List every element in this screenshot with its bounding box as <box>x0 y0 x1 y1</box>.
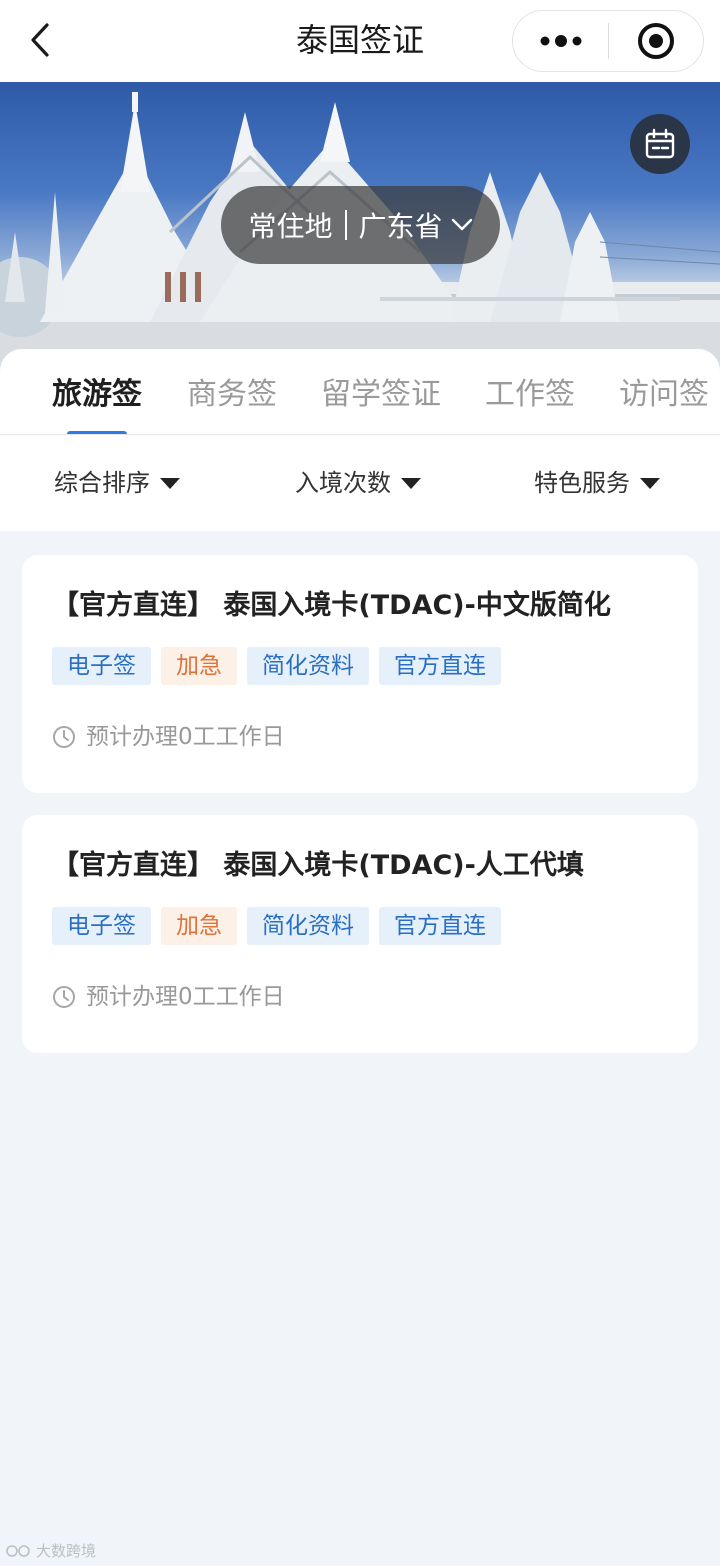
tag-simplified-docs: 简化资料 <box>247 647 369 685</box>
tag-evisa: 电子签 <box>52 647 151 685</box>
residence-value: 广东省 <box>358 210 443 243</box>
processing-time: 预计办理0工工作日 <box>52 721 285 753</box>
filter-entries-label: 入境次数 <box>295 469 391 497</box>
processing-time-text: 预计办理0工工作日 <box>86 724 285 750</box>
tag-official-direct: 官方直连 <box>379 647 501 685</box>
calendar-button[interactable] <box>630 114 690 174</box>
calendar-icon <box>645 128 675 159</box>
processing-time: 预计办理0工工作日 <box>52 981 285 1013</box>
hero-banner: 常住地 广东省 <box>0 82 720 372</box>
tab-business[interactable]: 商务签 <box>187 375 277 415</box>
more-dots-icon <box>540 35 581 47</box>
visa-type-tabs: 旅游签 商务签 留学签证 工作签 访问签 <box>0 349 720 435</box>
filter-services[interactable]: 特色服务 <box>534 465 660 501</box>
product-tags: 电子签 加急 简化资料 官方直连 <box>52 907 501 945</box>
active-tab-indicator <box>67 431 127 434</box>
chevron-down-icon <box>451 218 472 231</box>
tab-visit[interactable]: 访问签 <box>619 375 709 415</box>
product-title: 【官方直连】 泰国入境卡(TDAC)-中文版简化 <box>52 590 611 621</box>
filter-sort[interactable]: 综合排序 <box>54 465 180 501</box>
caret-down-icon <box>160 477 180 489</box>
filter-bar: 综合排序 入境次数 特色服务 <box>0 449 720 519</box>
product-tags: 电子签 加急 简化资料 官方直连 <box>52 647 501 685</box>
filter-sort-label: 综合排序 <box>54 469 150 497</box>
processing-time-text: 预计办理0工工作日 <box>86 984 285 1010</box>
tag-urgent: 加急 <box>161 907 237 945</box>
tab-study[interactable]: 留学签证 <box>321 375 441 415</box>
close-target-icon <box>638 23 674 59</box>
residence-selector[interactable]: 常住地 广东省 <box>221 186 500 264</box>
residence-divider <box>344 210 347 240</box>
tag-simplified-docs: 简化资料 <box>247 907 369 945</box>
product-title: 【官方直连】 泰国入境卡(TDAC)-人工代填 <box>52 850 584 881</box>
product-card[interactable]: 【官方直连】 泰国入境卡(TDAC)-中文版简化 电子签 加急 简化资料 官方直… <box>22 555 698 793</box>
filter-services-label: 特色服务 <box>534 469 630 497</box>
top-bar: 泰国签证 <box>0 0 720 82</box>
clock-icon <box>53 726 75 748</box>
tab-work[interactable]: 工作签 <box>485 375 575 415</box>
mini-program-capsule <box>512 10 704 72</box>
tag-official-direct: 官方直连 <box>379 907 501 945</box>
clock-icon <box>53 986 75 1008</box>
product-card[interactable]: 【官方直连】 泰国入境卡(TDAC)-人工代填 电子签 加急 简化资料 官方直连… <box>22 815 698 1053</box>
residence-label: 常住地 <box>248 210 333 243</box>
close-button[interactable] <box>609 11 703 71</box>
caret-down-icon <box>640 477 660 489</box>
tag-urgent: 加急 <box>161 647 237 685</box>
more-button[interactable] <box>513 11 608 71</box>
tag-evisa: 电子签 <box>52 907 151 945</box>
watermark-logo-icon <box>6 1544 30 1557</box>
tab-tourist[interactable]: 旅游签 <box>52 375 142 415</box>
watermark-text: 大数跨境 <box>36 1542 97 1560</box>
visa-type-sheet: 旅游签 商务签 留学签证 工作签 访问签 综合排序 入境次数 特色服务 <box>0 349 720 531</box>
caret-down-icon <box>401 477 421 489</box>
watermark: 大数跨境 <box>6 1540 96 1561</box>
filter-entries[interactable]: 入境次数 <box>295 465 421 501</box>
